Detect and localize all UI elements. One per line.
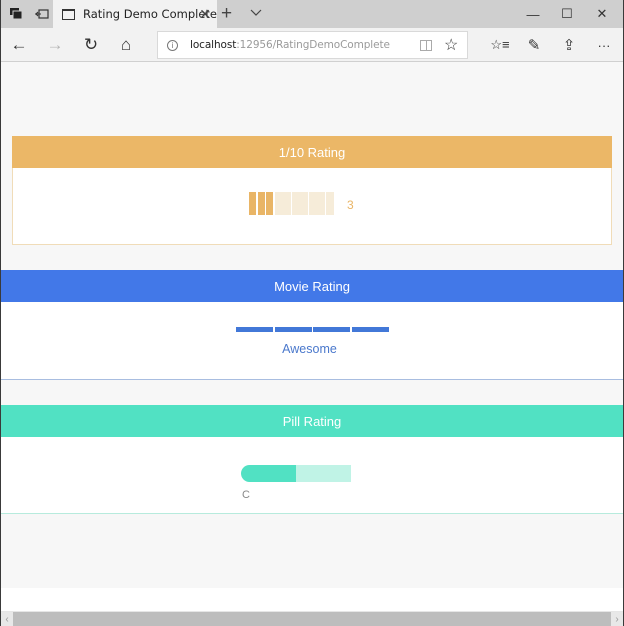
navigation-bar: ← → ↻ ⌂ i localhost:12956/RatingDemoComp…: [1, 28, 623, 62]
pill-rating-header: Pill Rating: [1, 405, 623, 437]
share-icon: ⇪: [562, 37, 576, 54]
pill-rating-control[interactable]: [241, 465, 351, 482]
rating-square[interactable]: [300, 192, 308, 215]
favorite-star-icon[interactable]: ☆: [444, 35, 458, 55]
share-button[interactable]: ⇪: [556, 32, 582, 58]
home-icon: ⌂: [120, 35, 132, 54]
tabs-aside-icon: [35, 9, 49, 19]
arrow-right-icon: →: [46, 35, 64, 54]
active-tab[interactable]: Rating Demo Complete ✕: [53, 0, 217, 28]
new-tab-button[interactable]: +: [221, 3, 232, 25]
rating-pill[interactable]: [296, 465, 351, 482]
rating-square[interactable]: [283, 192, 291, 215]
pill-rating-value: C: [242, 489, 250, 501]
url-path: :12956/RatingDemoComplete: [236, 39, 390, 51]
set-tabs-aside-button[interactable]: [29, 0, 55, 28]
rating-square[interactable]: [291, 192, 300, 215]
refresh-button[interactable]: ↻: [78, 32, 104, 58]
scroll-right-icon[interactable]: ›: [611, 612, 623, 626]
favorites-button[interactable]: ☆≡: [487, 32, 513, 58]
ten-rating-control[interactable]: [249, 192, 334, 215]
page-bottom: [1, 588, 623, 611]
tab-manager-button[interactable]: [3, 0, 29, 28]
address-bar[interactable]: i localhost:12956/RatingDemoComplete ☆: [157, 31, 468, 59]
scroll-left-icon[interactable]: ‹: [1, 612, 13, 626]
back-button[interactable]: ←: [6, 32, 32, 58]
horizontal-scrollbar[interactable]: ‹ ›: [1, 611, 623, 626]
more-button[interactable]: ···: [591, 32, 617, 58]
url-text[interactable]: localhost:12956/RatingDemoComplete: [190, 39, 390, 51]
url-host: localhost: [190, 39, 237, 51]
stacked-windows-icon: [10, 8, 22, 20]
ten-rating-panel: 3: [12, 168, 612, 245]
tab-title: Rating Demo Complete: [83, 7, 217, 21]
arrow-left-icon: ←: [10, 35, 28, 54]
close-window-button[interactable]: ✕: [585, 0, 619, 28]
maximize-button[interactable]: ☐: [550, 0, 584, 28]
rating-square[interactable]: [249, 192, 257, 215]
reading-view-icon[interactable]: [420, 40, 432, 51]
pill-rating-title: Pill Rating: [282, 413, 342, 429]
rating-square[interactable]: [257, 192, 266, 215]
rating-square[interactable]: [274, 192, 283, 215]
rating-square[interactable]: [266, 192, 274, 215]
movie-rating-panel: Awesome: [1, 302, 623, 380]
rating-bar[interactable]: [236, 327, 273, 332]
movie-rating-control[interactable]: [236, 327, 390, 332]
ten-rating-header: 1/10 Rating: [12, 136, 612, 168]
browser-window: Rating Demo Complete ✕ + — ☐ ✕ ← → ↻ ⌂ i…: [1, 0, 623, 626]
page-icon: [62, 8, 75, 20]
minimize-button[interactable]: —: [516, 0, 550, 28]
favorites-list-icon: ☆≡: [490, 37, 510, 52]
rating-square[interactable]: [317, 192, 325, 215]
home-button[interactable]: ⌂: [113, 32, 139, 58]
ten-rating-value: 3: [347, 198, 354, 212]
page-content: 1/10 Rating 3 Movie Rating Awesome Pill …: [1, 63, 623, 611]
rating-bar[interactable]: [351, 327, 389, 332]
more-icon: ···: [597, 37, 611, 53]
notes-button[interactable]: ✎: [521, 32, 547, 58]
title-bar: Rating Demo Complete ✕ + — ☐ ✕: [1, 0, 623, 28]
close-tab-icon[interactable]: ✕: [199, 6, 211, 22]
rating-square[interactable]: [308, 192, 317, 215]
forward-button[interactable]: →: [42, 32, 68, 58]
movie-rating-title: Movie Rating: [274, 278, 350, 294]
pill-rating-panel: C: [1, 437, 623, 514]
movie-rating-header: Movie Rating: [1, 270, 623, 302]
chevron-down-icon[interactable]: [250, 6, 262, 18]
movie-rating-value: Awesome: [282, 342, 337, 356]
rating-bar[interactable]: [274, 327, 312, 332]
rating-bar[interactable]: [313, 327, 350, 332]
ten-rating-title: 1/10 Rating: [278, 144, 346, 160]
pen-icon: ✎: [527, 37, 541, 54]
rating-pill[interactable]: [241, 465, 296, 482]
info-icon[interactable]: i: [167, 40, 178, 51]
refresh-icon: ↻: [83, 35, 99, 54]
rating-square[interactable]: [325, 192, 334, 215]
